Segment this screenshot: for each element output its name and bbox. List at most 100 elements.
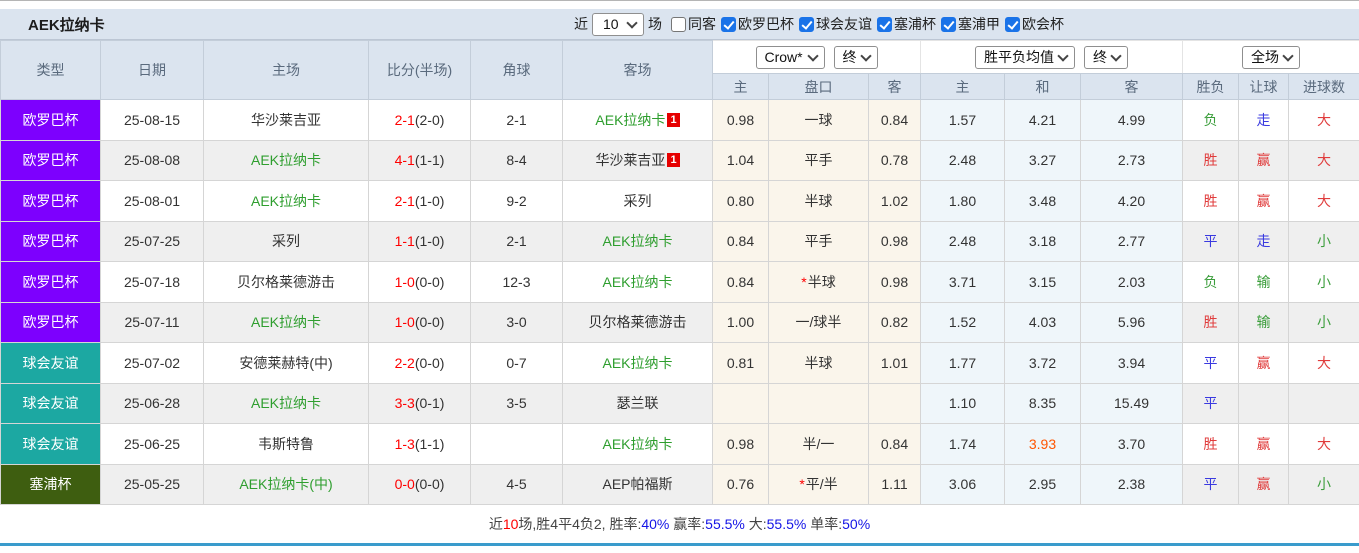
home-team-cell: 采列: [204, 221, 369, 262]
col-header-goals: 进球数: [1289, 74, 1359, 100]
odds-time-select[interactable]: 终: [1084, 46, 1128, 69]
col-header-ox-home: 主: [921, 74, 1005, 100]
win-odds-cell: 1.52: [921, 302, 1005, 343]
goals-result-cell: 大: [1289, 181, 1359, 222]
league-type-cell: 欧罗巴杯: [1, 302, 101, 343]
draw-odds-cell: 3.18: [1005, 221, 1081, 262]
date-cell: 25-08-08: [101, 140, 204, 181]
scope-select[interactable]: 全场: [1242, 46, 1300, 69]
team-name: 采列: [624, 193, 652, 209]
match-row: 欧罗巴杯25-07-18贝尔格莱德游击1-0(0-0)12-3AEK拉纳卡0.8…: [1, 262, 1359, 303]
competition-checkbox[interactable]: [1005, 17, 1020, 32]
col-header-date: 日期: [101, 41, 204, 100]
col-header-ah-away: 客: [869, 74, 921, 100]
date-cell: 25-07-02: [101, 343, 204, 384]
odds-type-select[interactable]: 胜平负均值: [975, 46, 1075, 69]
corner-cell: [471, 424, 563, 465]
bookmaker-time-select[interactable]: 终: [834, 46, 878, 69]
ah-home-odds-cell: 0.98: [713, 424, 769, 465]
bookmaker-select-wrap: Crow*: [756, 46, 825, 69]
goals-result-cell: 小: [1289, 302, 1359, 343]
away-team-cell: AEK拉纳卡: [563, 221, 713, 262]
recent-count-select-wrap: 10: [592, 13, 644, 36]
away-team-cell: AEK拉纳卡: [563, 343, 713, 384]
home-team-cell: AEK拉纳卡: [204, 302, 369, 343]
same-venue-label: 同客: [688, 14, 716, 34]
lose-odds-cell: 4.99: [1081, 100, 1183, 141]
col-header-score: 比分(半场): [369, 41, 471, 100]
handicap-result-cell: 走: [1239, 100, 1289, 141]
competition-label: 塞浦甲: [958, 16, 1000, 32]
draw-odds-cell: 4.03: [1005, 302, 1081, 343]
ah-home-odds-cell: 1.00: [713, 302, 769, 343]
date-cell: 25-08-15: [101, 100, 204, 141]
result-cell: 负: [1183, 100, 1239, 141]
date-cell: 25-07-11: [101, 302, 204, 343]
ah-away-odds-cell: 0.84: [869, 100, 921, 141]
ah-away-odds-cell: 0.78: [869, 140, 921, 181]
competition-filter-list: 欧罗巴杯球会友谊塞浦杯塞浦甲欧会杯: [716, 14, 1064, 34]
away-team-cell: 瑟兰联: [563, 383, 713, 424]
score-cell: 1-1(1-0): [369, 221, 471, 262]
bookmaker-select[interactable]: Crow*: [756, 46, 825, 69]
win-odds-cell: 3.06: [921, 464, 1005, 505]
handicap-result-cell: 赢: [1239, 181, 1289, 222]
ah-home-odds-cell: 0.98: [713, 100, 769, 141]
competition-checkbox[interactable]: [877, 17, 892, 32]
match-row: 球会友谊25-06-25韦斯特鲁1-3(1-1)AEK拉纳卡0.98半/一0.8…: [1, 424, 1359, 465]
col-header-home: 主场: [204, 41, 369, 100]
ah-line-cell: *平/半: [769, 464, 869, 505]
bottom-accent-line: [0, 543, 1359, 546]
lose-odds-cell: 3.94: [1081, 343, 1183, 384]
win-odds-cell: 1.74: [921, 424, 1005, 465]
lose-odds-cell: 3.70: [1081, 424, 1183, 465]
team-name: AEK拉纳卡: [251, 314, 321, 330]
ah-line-cell: 半球: [769, 343, 869, 384]
league-type-cell: 欧罗巴杯: [1, 100, 101, 141]
away-team-cell: AEK拉纳卡1: [563, 100, 713, 141]
recent-count-select[interactable]: 10: [592, 13, 644, 36]
competition-checkbox[interactable]: [799, 17, 814, 32]
summary-segment: 50%: [842, 516, 870, 532]
date-cell: 25-05-25: [101, 464, 204, 505]
competition-label: 塞浦杯: [894, 16, 936, 32]
col-header-type: 类型: [1, 41, 101, 100]
competition-checkbox[interactable]: [721, 17, 736, 32]
win-odds-cell: 1.77: [921, 343, 1005, 384]
lose-odds-cell: 2.73: [1081, 140, 1183, 181]
competition-checkbox[interactable]: [941, 17, 956, 32]
lose-odds-cell: 5.96: [1081, 302, 1183, 343]
ah-away-odds-cell: 0.98: [869, 262, 921, 303]
date-cell: 25-06-28: [101, 383, 204, 424]
away-team-cell: AEK拉纳卡: [563, 262, 713, 303]
home-team-cell: 韦斯特鲁: [204, 424, 369, 465]
team-name: 华沙莱吉亚: [595, 152, 665, 168]
team-name: 安德莱赫特(中): [239, 355, 332, 371]
games-label: 场: [648, 14, 662, 34]
date-cell: 25-07-25: [101, 221, 204, 262]
away-team-cell: AEK拉纳卡: [563, 424, 713, 465]
league-type-cell: 球会友谊: [1, 383, 101, 424]
ah-home-odds-cell: 0.80: [713, 181, 769, 222]
col-header-ox-draw: 和: [1005, 74, 1081, 100]
draw-odds-cell: 3.15: [1005, 262, 1081, 303]
league-type-cell: 欧罗巴杯: [1, 221, 101, 262]
league-type-cell: 欧罗巴杯: [1, 262, 101, 303]
match-row: 欧罗巴杯25-08-15华沙莱吉亚2-1(2-0)2-1AEK拉纳卡10.98一…: [1, 100, 1359, 141]
lose-odds-cell: 2.77: [1081, 221, 1183, 262]
result-cell: 平: [1183, 383, 1239, 424]
ah-away-odds-cell: [869, 383, 921, 424]
away-team-cell: 华沙莱吉亚1: [563, 140, 713, 181]
team-name: AEK拉纳卡: [251, 152, 321, 168]
same-venue-checkbox[interactable]: [671, 17, 686, 32]
ah-away-odds-cell: 0.84: [869, 424, 921, 465]
goals-result-cell: [1289, 383, 1359, 424]
filter-bar: 近 10 场 同客 欧罗巴杯球会友谊塞浦杯塞浦甲欧会杯: [570, 13, 1064, 36]
ah-line-cell: 平手: [769, 221, 869, 262]
handicap-selector-cell: Crow* 终: [713, 41, 921, 74]
league-type-cell: 塞浦杯: [1, 464, 101, 505]
summary-segment: 单率:: [806, 516, 842, 532]
home-team-cell: 贝尔格莱德游击: [204, 262, 369, 303]
goals-result-cell: 大: [1289, 140, 1359, 181]
goals-result-cell: 大: [1289, 343, 1359, 384]
